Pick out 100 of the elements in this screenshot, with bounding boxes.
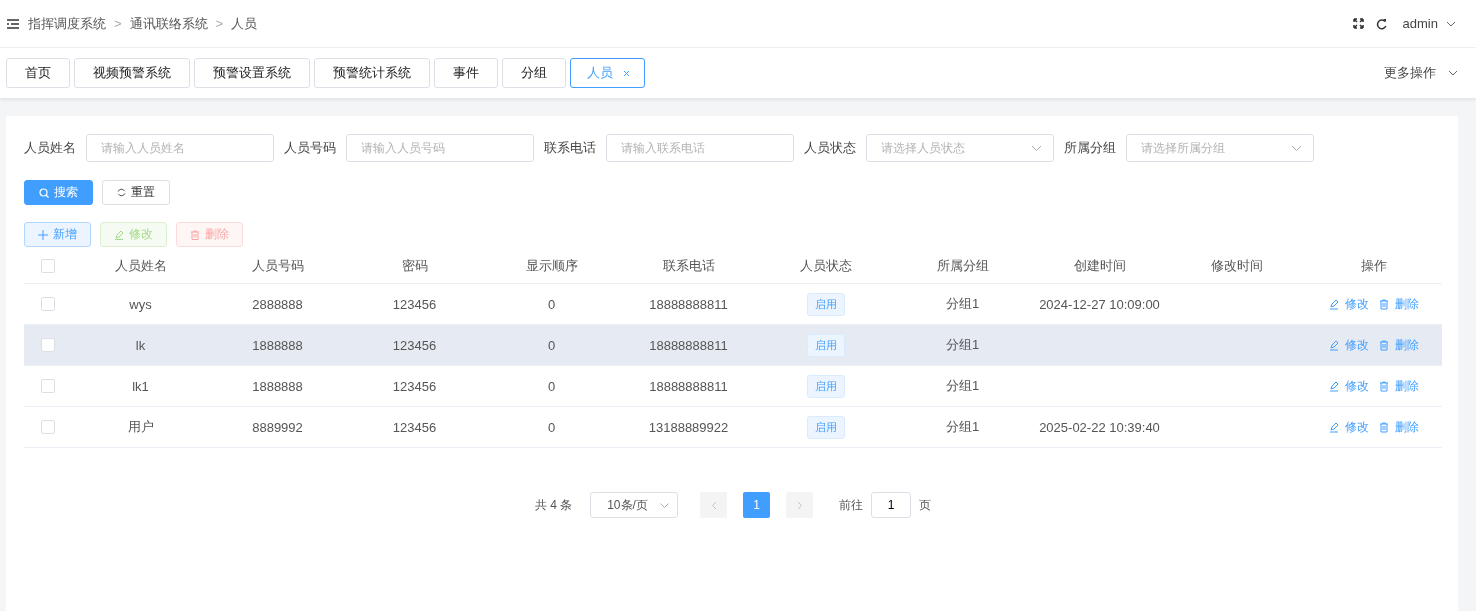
tab[interactable]: 分组 (502, 58, 566, 88)
tab[interactable]: 事件 (434, 58, 498, 88)
breadcrumb-item: 人员 (231, 14, 258, 33)
column-header: 密码 (400, 257, 429, 275)
table-cell: 0 (547, 378, 556, 394)
column-header: 操作 (1359, 257, 1388, 275)
table-cell: 123456 (392, 337, 437, 353)
table-cell: 18888888811 (649, 296, 728, 312)
table-cell: 用户 (127, 418, 154, 436)
edit-link[interactable]: 修改 (1344, 377, 1369, 395)
filter-label: 人员姓名 (24, 139, 76, 157)
plus-icon (38, 229, 48, 240)
column-header: 人员姓名 (113, 257, 168, 275)
chevron-down-icon (1291, 145, 1302, 151)
status-tag: 启用 (806, 292, 845, 316)
user-menu[interactable]: admin (1402, 16, 1438, 31)
table-cell: 123456 (392, 296, 437, 312)
filter-label: 所属分组 (1064, 139, 1116, 157)
checkbox[interactable] (41, 297, 55, 311)
tab[interactable]: 预警统计系统 (314, 58, 430, 88)
table-cell: 123456 (392, 378, 437, 394)
breadcrumb-item[interactable]: 指挥调度系统 (28, 14, 106, 33)
page-input[interactable]: 1 (871, 492, 912, 518)
status-tag: 启用 (806, 415, 845, 439)
search-button[interactable]: 搜索 (24, 180, 93, 205)
page-size-select[interactable]: 10条/页 (590, 492, 679, 518)
total-count: 共 4 条 (534, 496, 573, 514)
table-cell: 0 (547, 296, 556, 312)
trash-icon[interactable] (1378, 298, 1389, 310)
refresh-icon[interactable] (1375, 17, 1387, 30)
checkbox[interactable] (41, 420, 55, 434)
table-cell: 18888888811 (649, 378, 728, 394)
chevron-down-icon[interactable] (1446, 20, 1456, 27)
table-cell: 分组1 (945, 418, 980, 436)
table-cell: 2025-02-22 10:39:40 (1039, 419, 1160, 435)
pencil-icon[interactable] (1328, 380, 1339, 392)
table-cell: 2024-12-27 10:09:00 (1039, 296, 1160, 312)
trash-icon[interactable] (1378, 380, 1389, 392)
column-header: 修改时间 (1209, 257, 1264, 275)
close-icon[interactable] (623, 69, 630, 77)
input-field[interactable]: 请输入人员号码 (346, 134, 534, 162)
chevron-right-icon (796, 500, 803, 510)
tab[interactable]: 首页 (6, 58, 70, 88)
input-field[interactable]: 请输入人员姓名 (86, 134, 274, 162)
checkbox[interactable] (41, 259, 55, 273)
column-header: 创建时间 (1072, 257, 1127, 275)
breadcrumb-item[interactable]: 通讯联络系统 (129, 14, 208, 33)
more-actions-menu[interactable]: 更多操作 (1384, 64, 1436, 82)
table-cell: 分组1 (945, 336, 980, 354)
table-cell: 0 (547, 337, 556, 353)
pencil-icon[interactable] (1328, 298, 1339, 310)
table-cell: 8889992 (252, 419, 303, 435)
table-cell: 1888888 (252, 378, 303, 394)
page-unit-label: 页 (919, 496, 932, 514)
tab[interactable]: 视频预警系统 (74, 58, 190, 88)
chevron-down-icon (660, 502, 670, 508)
tab[interactable]: 人员 (570, 58, 645, 88)
select-field[interactable]: 请选择人员状态 (866, 134, 1054, 162)
status-tag: 启用 (806, 374, 845, 398)
status-tag: 启用 (806, 333, 845, 357)
add-button[interactable]: 新增 (24, 222, 91, 247)
trash-icon[interactable] (1378, 339, 1389, 351)
filter-label: 人员状态 (804, 139, 856, 157)
trash-icon[interactable] (1378, 421, 1389, 433)
input-field[interactable]: 请输入联系电话 (606, 134, 794, 162)
column-header: 显示顺序 (524, 257, 579, 275)
table-cell: lk (135, 337, 146, 353)
table-cell: 0 (547, 419, 556, 435)
breadcrumb-separator: > (114, 16, 122, 31)
filter-label: 人员号码 (284, 139, 336, 157)
delete-link[interactable]: 删除 (1394, 377, 1419, 395)
trash-icon (190, 229, 200, 240)
chevron-down-icon[interactable] (1448, 70, 1458, 76)
column-header: 人员号码 (250, 257, 305, 275)
reset-button[interactable]: 重置 (102, 180, 170, 205)
delete-link[interactable]: 删除 (1394, 418, 1419, 436)
checkbox[interactable] (41, 379, 55, 393)
delete-link[interactable]: 删除 (1394, 336, 1419, 354)
pencil-icon[interactable] (1328, 421, 1339, 433)
goto-label: 前往 (839, 496, 864, 514)
edit-link[interactable]: 修改 (1344, 295, 1369, 313)
edit-link[interactable]: 修改 (1344, 418, 1369, 436)
search-icon (39, 187, 49, 198)
table-cell: 分组1 (945, 377, 980, 395)
delete-link[interactable]: 删除 (1394, 295, 1419, 313)
table-cell: wys (129, 296, 152, 312)
refresh-icon (117, 188, 126, 197)
checkbox[interactable] (41, 338, 55, 352)
table-cell: 18888888811 (649, 337, 728, 353)
pencil-icon[interactable] (1328, 339, 1339, 351)
chevron-left-icon (710, 500, 717, 510)
table-cell: 1888888 (252, 337, 303, 353)
tab[interactable]: 预警设置系统 (194, 58, 310, 88)
menu-icon[interactable] (7, 18, 19, 29)
select-field[interactable]: 请选择所属分组 (1126, 134, 1314, 162)
page-button[interactable]: 1 (743, 492, 771, 518)
edit-link[interactable]: 修改 (1344, 336, 1369, 354)
column-header: 所属分组 (935, 257, 990, 275)
table-cell: 分组1 (945, 295, 980, 313)
fullscreen-icon[interactable] (1352, 18, 1364, 29)
